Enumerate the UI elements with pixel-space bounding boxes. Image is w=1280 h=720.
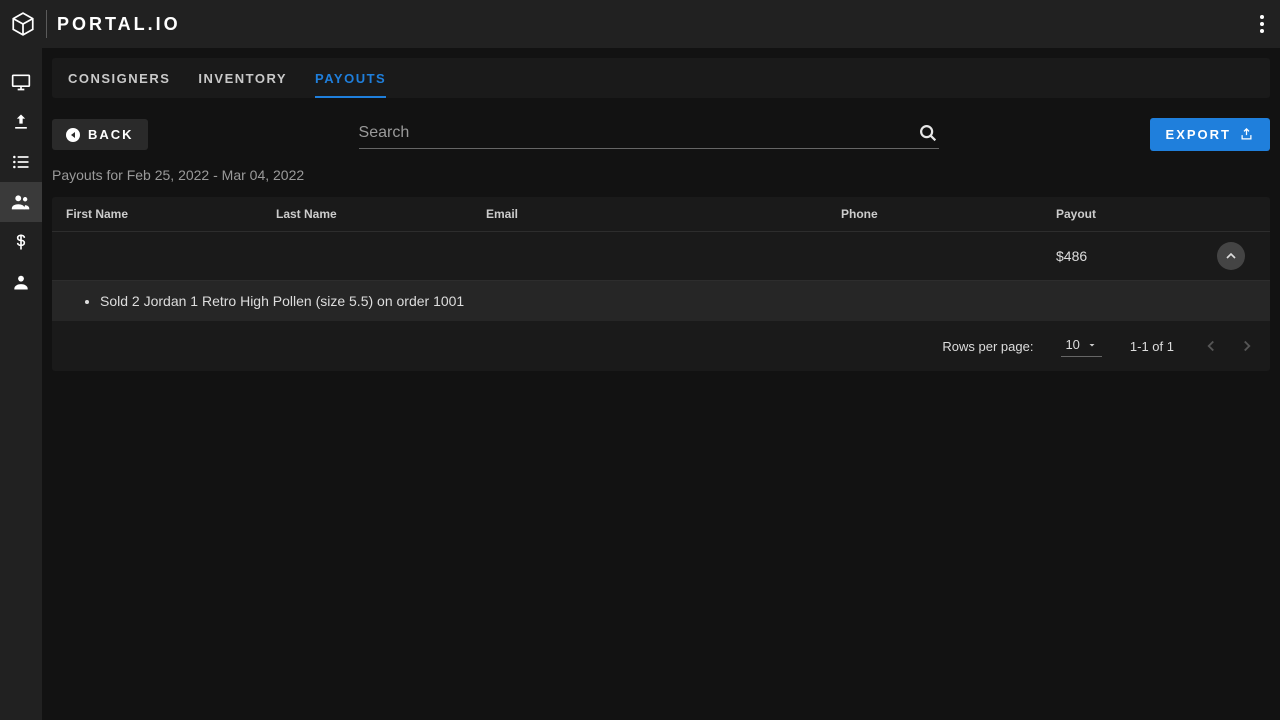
search-input[interactable] xyxy=(359,120,917,146)
tabs-bar: CONSIGNERS INVENTORY PAYOUTS xyxy=(52,58,1270,98)
rows-per-page-value: 10 xyxy=(1065,337,1079,352)
chevron-up-icon xyxy=(1223,248,1239,264)
back-button[interactable]: BACK xyxy=(52,119,148,150)
rows-per-page-label: Rows per page: xyxy=(942,339,1033,354)
export-icon xyxy=(1239,127,1254,142)
col-payout: Payout xyxy=(1056,207,1206,221)
nav-person-icon[interactable] xyxy=(0,262,42,302)
nav-list-icon[interactable] xyxy=(0,142,42,182)
col-first-name: First Name xyxy=(66,207,276,221)
table-row[interactable]: $486 xyxy=(52,232,1270,281)
rows-per-page-select[interactable]: 10 xyxy=(1061,335,1101,357)
payouts-table: First Name Last Name Email Phone Payout … xyxy=(52,197,1270,371)
pagination: Rows per page: 10 1-1 of 1 xyxy=(52,321,1270,371)
brand-separator xyxy=(46,10,47,38)
tab-payouts[interactable]: PAYOUTS xyxy=(315,59,386,98)
collapse-row-button[interactable] xyxy=(1217,242,1245,270)
search-icon[interactable] xyxy=(917,122,939,144)
row-details: Sold 2 Jordan 1 Retro High Pollen (size … xyxy=(52,281,1270,321)
logo-icon xyxy=(10,11,36,37)
search-field[interactable] xyxy=(359,120,939,149)
kebab-menu-icon[interactable] xyxy=(1254,9,1270,39)
export-button[interactable]: EXPORT xyxy=(1150,118,1270,151)
nav-upload-icon[interactable] xyxy=(0,102,42,142)
nav-people-icon[interactable] xyxy=(0,182,42,222)
chevron-right-icon xyxy=(1238,337,1256,355)
back-button-label: BACK xyxy=(88,127,134,142)
brand: PORTAL.IO xyxy=(10,10,181,38)
tab-inventory[interactable]: INVENTORY xyxy=(198,59,287,98)
next-page-button[interactable] xyxy=(1238,337,1256,355)
col-last-name: Last Name xyxy=(276,207,486,221)
sidebar xyxy=(0,48,42,720)
detail-item: Sold 2 Jordan 1 Retro High Pollen (size … xyxy=(100,293,1256,309)
toolbar: BACK EXPORT xyxy=(52,108,1270,161)
cell-payout: $486 xyxy=(1056,248,1206,264)
table-header: First Name Last Name Email Phone Payout xyxy=(52,197,1270,232)
col-email: Email xyxy=(486,207,841,221)
col-phone: Phone xyxy=(841,207,1056,221)
nav-monitor-icon[interactable] xyxy=(0,62,42,102)
brand-name: PORTAL.IO xyxy=(57,14,181,35)
nav-dollar-icon[interactable] xyxy=(0,222,42,262)
export-button-label: EXPORT xyxy=(1166,127,1231,142)
caret-down-icon xyxy=(1086,339,1098,351)
subtitle: Payouts for Feb 25, 2022 - Mar 04, 2022 xyxy=(52,167,1270,183)
tab-consigners[interactable]: CONSIGNERS xyxy=(68,59,170,98)
arrow-left-circle-icon xyxy=(66,128,80,142)
chevron-left-icon xyxy=(1202,337,1220,355)
topbar: PORTAL.IO xyxy=(0,0,1280,48)
pagination-range: 1-1 of 1 xyxy=(1130,339,1174,354)
page: CONSIGNERS INVENTORY PAYOUTS BACK EXPORT xyxy=(42,48,1280,720)
prev-page-button[interactable] xyxy=(1202,337,1220,355)
